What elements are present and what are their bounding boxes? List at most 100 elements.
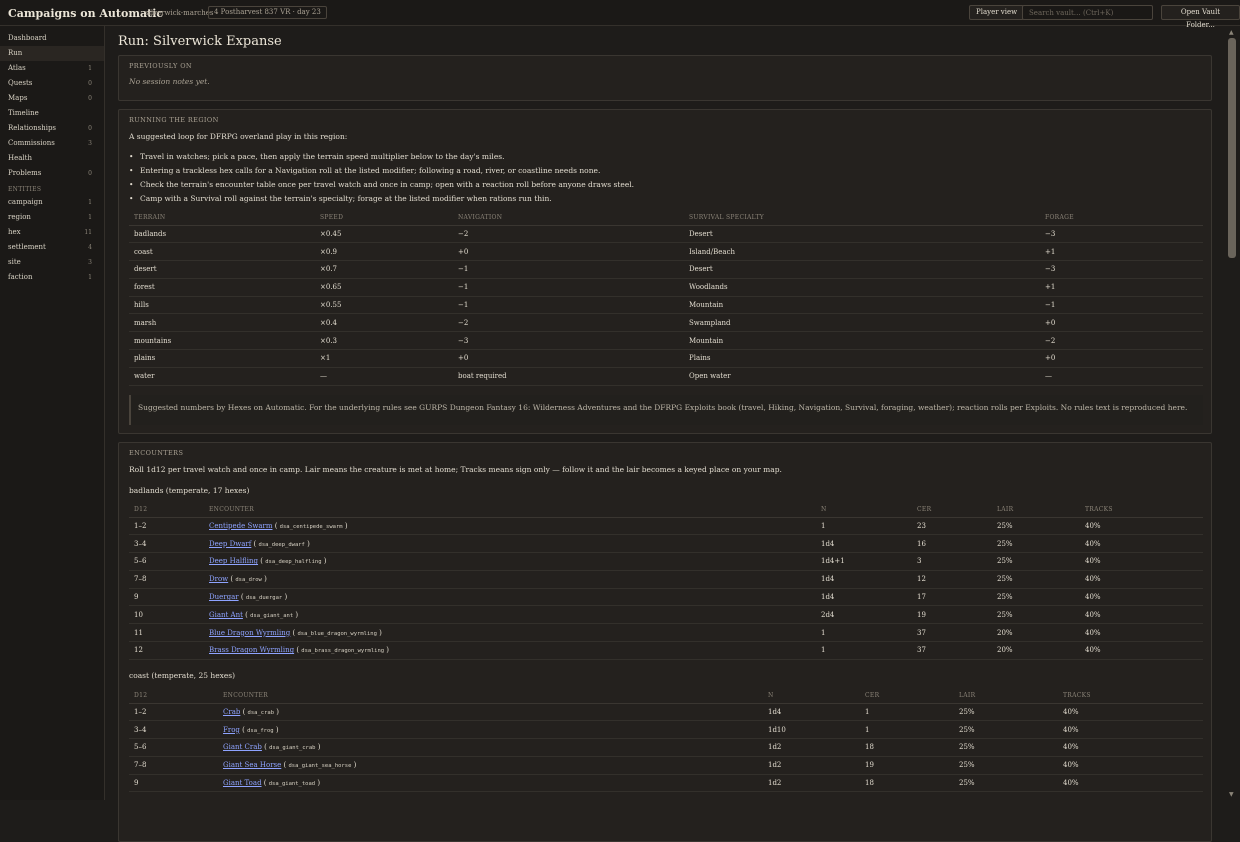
table-cell: +1 [1040, 242, 1203, 262]
creature-link[interactable]: Deep Halfling [209, 557, 258, 565]
column-header: N [763, 689, 860, 704]
creature-link[interactable]: Duergar [209, 593, 239, 601]
table-cell: water [129, 367, 315, 386]
creature-id: dsa_deep_dwarf [258, 541, 305, 548]
table-row: 10 Giant Ant ( dsa_giant_ant ) 2d4 19 25% 40% [129, 605, 1203, 625]
previously-on-card: PREVIOUSLY ON No session notes yet. [118, 55, 1212, 101]
lair-cell: 25% [992, 552, 1080, 571]
sidebar-item-faction[interactable]: faction 1 [0, 270, 104, 285]
creature-link[interactable]: Blue Dragon Wyrmling [209, 629, 290, 637]
column-header: SURVIVAL SPECIALTY [684, 211, 1040, 226]
column-header: SPEED [315, 211, 453, 226]
sidebar-item-label: Atlas [8, 64, 26, 72]
roll-cell: 3–4 [129, 534, 204, 554]
encounter-heading: badlands (temperate, 17 hexes) [129, 486, 250, 495]
table-header-row: D12 ENCOUNTER N CER LAIR TRACKS [129, 503, 1203, 518]
tracks-cell: 40% [1080, 641, 1203, 660]
sidebar-item-quests[interactable]: Quests 0 [0, 76, 104, 91]
scrollbar[interactable]: ▲ ▼ [1226, 26, 1240, 800]
table-row: mountains ×0.3 −3 Mountain −2 [129, 331, 1203, 351]
table-row: 9 Giant Toad ( dsa_giant_toad ) 1d2 18 25% 40… [129, 774, 1203, 793]
cer-cell: 17 [912, 588, 992, 607]
tracks-cell: 40% [1080, 588, 1203, 607]
count-badge: 0 [88, 95, 92, 102]
scrollbar-thumb[interactable] [1228, 38, 1236, 258]
campaign-name[interactable]: silverwick-marches [145, 9, 213, 17]
creature-link[interactable]: Crab [223, 708, 240, 716]
lair-cell: 25% [954, 774, 1058, 793]
table-row: 1–2 Centipede Swarm ( dsa_centipede_swarm… [129, 517, 1203, 536]
app-title[interactable]: Campaigns on Automatic [8, 7, 163, 20]
lair-cell: 25% [992, 605, 1080, 625]
creature-link[interactable]: Giant Toad [223, 779, 262, 787]
count-badge: 3 [88, 259, 92, 266]
table-row: 7–8 Giant Sea Horse ( dsa_giant_sea_horse… [129, 756, 1203, 775]
open-vault-button[interactable]: Open Vault Folder... [1161, 5, 1240, 29]
creature-link[interactable]: Giant Crab [223, 743, 262, 751]
sidebar-item-maps[interactable]: Maps 0 [0, 91, 104, 106]
list-item: Camp with a Survival roll against the te… [129, 192, 634, 206]
creature-id: dsa_deep_halfling [265, 559, 322, 566]
table-cell: plains [129, 349, 315, 368]
sidebar-item-region[interactable]: region 1 [0, 210, 104, 225]
table-cell: ×0.3 [315, 331, 453, 351]
creature-link[interactable]: Drow [209, 575, 228, 583]
creature-link[interactable]: Frog [223, 726, 240, 734]
creature-id: dsa_drow [235, 577, 262, 584]
table-row: coast ×0.9 +0 Island/Beach +1 [129, 242, 1203, 262]
table-row: 3–4 Deep Dwarf ( dsa_deep_dwarf ) 1d4 16 25%… [129, 534, 1203, 554]
lair-cell: 25% [992, 517, 1080, 536]
scroll-down-arrow-icon[interactable]: ▼ [1229, 791, 1234, 798]
creature-link[interactable]: Deep Dwarf [209, 540, 251, 548]
sidebar-item-health[interactable]: Health [0, 151, 104, 166]
search-input[interactable] [1022, 5, 1153, 20]
table-cell: badlands [129, 225, 315, 244]
table-row: 9 Duergar ( dsa_duergar ) 1d4 17 25% 40% [129, 588, 1203, 607]
encounter-table: D12 ENCOUNTER N CER LAIR TRACKS 1–2 Crab ( dsa… [129, 689, 1203, 793]
table-cell: ×0.55 [315, 296, 453, 315]
creature-link[interactable]: Giant Sea Horse [223, 761, 281, 769]
sidebar-item-timeline[interactable]: Timeline [0, 106, 104, 121]
n-cell: 1d4 [816, 534, 912, 554]
creature-link[interactable]: Brass Dragon Wyrmling [209, 646, 294, 654]
list-item: Check the terrain's encounter table once… [129, 178, 634, 192]
table-row: forest ×0.65 −1 Woodlands +1 [129, 278, 1203, 297]
creature-id: dsa_giant_toad [268, 781, 316, 788]
sidebar-item-problems[interactable]: Problems 0 [0, 166, 104, 181]
column-header: D12 [129, 689, 218, 704]
tracks-cell: 40% [1058, 756, 1203, 775]
sidebar-item-run[interactable]: Run [0, 46, 104, 61]
table-cell: forest [129, 278, 315, 297]
roll-cell: 5–6 [129, 552, 204, 571]
creature-link[interactable]: Centipede Swarm [209, 522, 272, 530]
scroll-up-arrow-icon[interactable]: ▲ [1229, 29, 1234, 36]
sidebar-item-relationships[interactable]: Relationships 0 [0, 121, 104, 136]
sidebar-item-campaign[interactable]: campaign 1 [0, 195, 104, 210]
sidebar-item-dashboard[interactable]: Dashboard [0, 31, 104, 46]
table-cell: ×0.9 [315, 242, 453, 262]
roll-cell: 3–4 [129, 720, 218, 740]
tracks-cell: 40% [1080, 517, 1203, 536]
sidebar-item-label: region [8, 213, 31, 221]
table-row: 7–8 Drow ( dsa_drow ) 1d4 12 25% 40% [129, 570, 1203, 589]
sidebar-item-settlement[interactable]: settlement 4 [0, 240, 104, 255]
sidebar-item-hex[interactable]: hex 11 [0, 225, 104, 240]
roll-cell: 7–8 [129, 756, 218, 775]
section-label: ENCOUNTERS [129, 449, 184, 457]
roll-cell: 5–6 [129, 738, 218, 757]
sidebar-item-atlas[interactable]: Atlas 1 [0, 61, 104, 76]
table-cell: −1 [453, 260, 684, 279]
roll-cell: 12 [129, 641, 204, 660]
table-row: plains ×1 +0 Plains +0 [129, 349, 1203, 368]
table-header-row: TERRAIN SPEED NAVIGATION SURVIVAL SPECIALTY… [129, 211, 1203, 226]
sidebar-item-site[interactable]: site 3 [0, 255, 104, 270]
sidebar-item-commissions[interactable]: Commissions 3 [0, 136, 104, 151]
table-row: 3–4 Frog ( dsa_frog ) 1d10 1 25% 40% [129, 720, 1203, 740]
cer-cell: 16 [912, 534, 992, 554]
player-view-button[interactable]: Player view [969, 5, 1025, 20]
table-row: 5–6 Deep Halfling ( dsa_deep_halfling ) 1d… [129, 552, 1203, 571]
creature-link[interactable]: Giant Ant [209, 611, 243, 619]
column-header: D12 [129, 503, 204, 518]
sidebar-item-label: Problems [8, 169, 42, 177]
table-cell: — [315, 367, 453, 386]
